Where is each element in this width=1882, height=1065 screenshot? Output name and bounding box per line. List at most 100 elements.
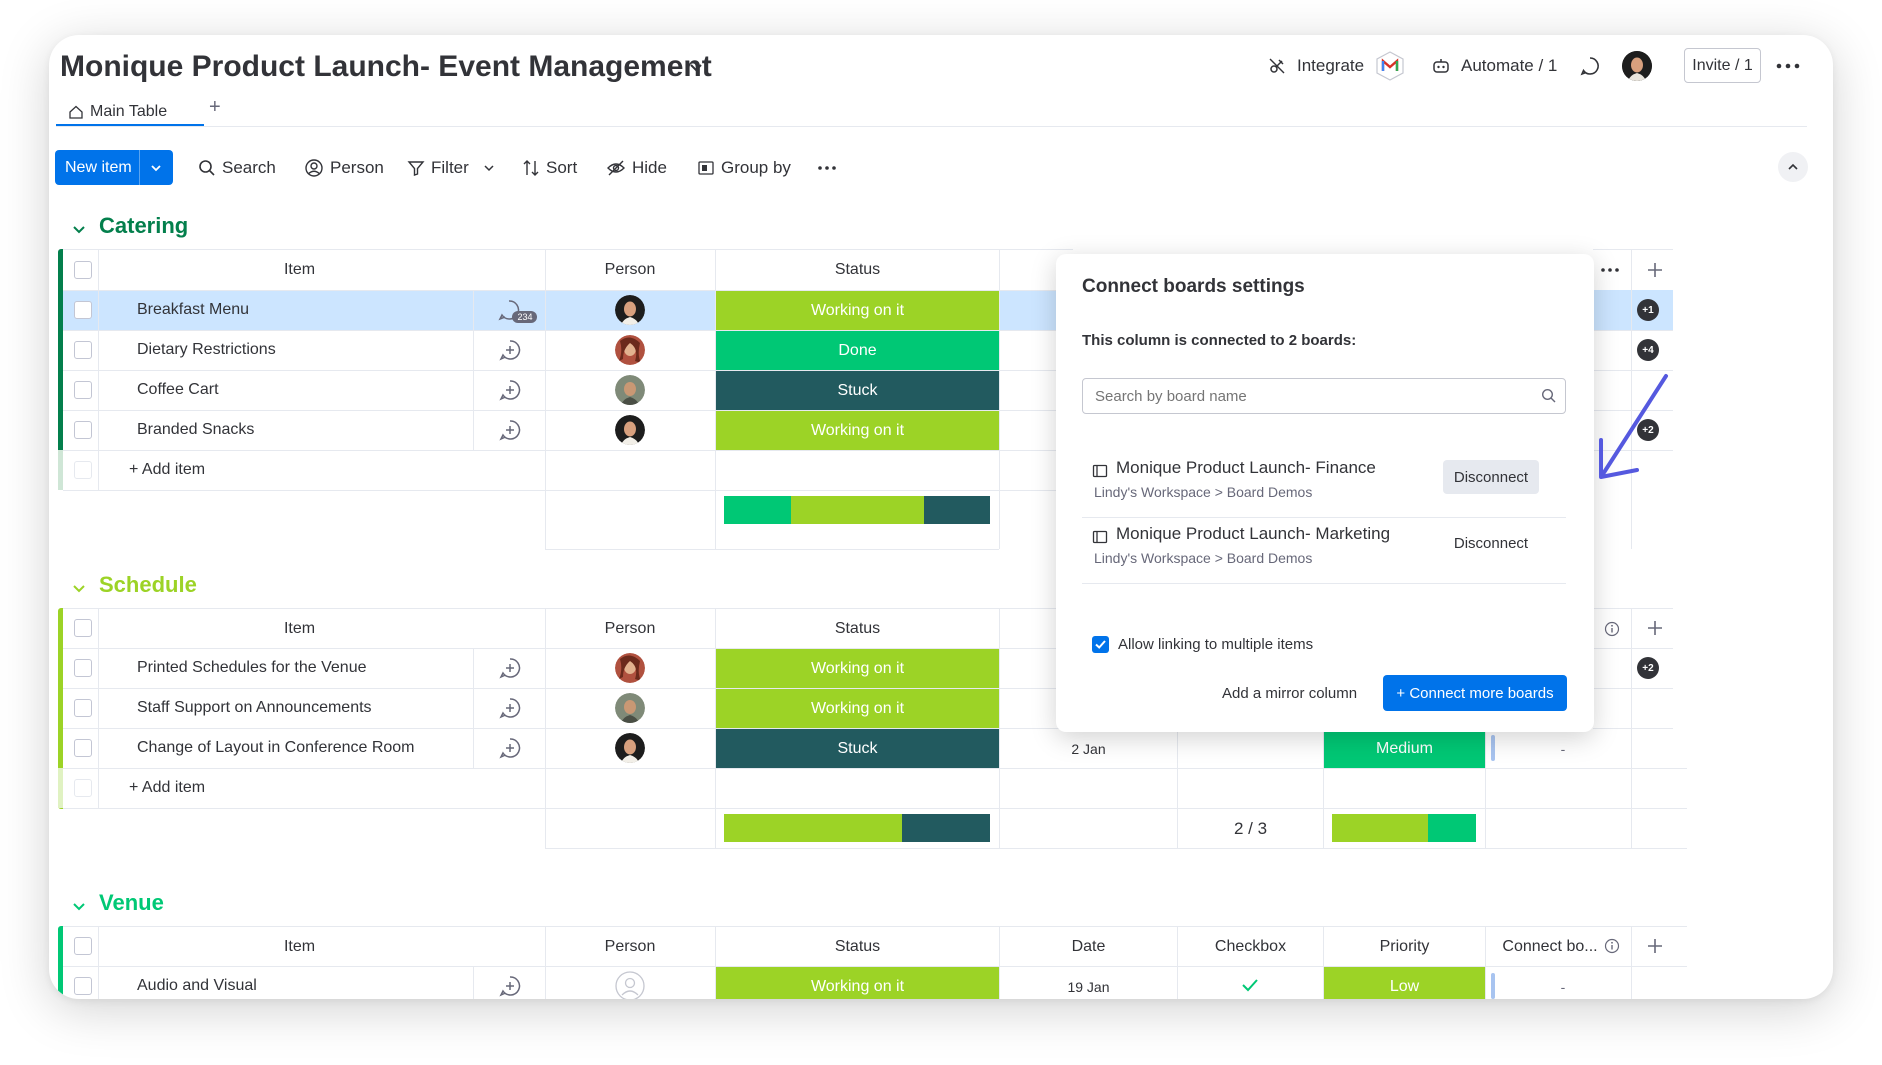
row-checkbox[interactable] bbox=[74, 699, 92, 717]
add-update-icon[interactable] bbox=[499, 737, 521, 759]
column-header-status[interactable]: Status bbox=[716, 609, 999, 648]
row-checkbox[interactable] bbox=[74, 739, 92, 757]
row-checkbox[interactable] bbox=[74, 301, 92, 319]
add-column-icon[interactable] bbox=[1646, 937, 1664, 955]
more-icon[interactable] bbox=[1776, 62, 1800, 70]
column-header-person[interactable]: Person bbox=[546, 250, 714, 289]
integrate-button[interactable]: Integrate bbox=[1267, 49, 1406, 83]
new-item-button[interactable]: New item bbox=[55, 150, 173, 185]
add-column-icon[interactable] bbox=[1646, 261, 1664, 279]
priority-summary-bar[interactable] bbox=[1332, 814, 1476, 842]
select-all-checkbox[interactable] bbox=[74, 937, 92, 955]
date-cell[interactable]: 19 Jan bbox=[1000, 967, 1177, 999]
column-header-date[interactable]: Date bbox=[1000, 927, 1177, 966]
select-all-checkbox[interactable] bbox=[74, 261, 92, 279]
automate-button[interactable]: Automate / 1 bbox=[1431, 49, 1557, 83]
add-view-button[interactable]: + bbox=[209, 96, 221, 119]
group-title-schedule[interactable]: Schedule bbox=[99, 572, 197, 598]
checkmark-icon[interactable] bbox=[1241, 977, 1259, 993]
status-summary-bar[interactable] bbox=[724, 496, 990, 524]
date-cell[interactable]: 2 Jan bbox=[1000, 729, 1177, 768]
column-header-person[interactable]: Person bbox=[546, 609, 714, 648]
connect-cell[interactable]: - bbox=[1495, 729, 1631, 768]
group-title-venue[interactable]: Venue bbox=[99, 890, 164, 916]
column-header-item[interactable]: Item bbox=[103, 250, 496, 289]
add-column-icon[interactable] bbox=[1646, 619, 1664, 637]
group-by-button[interactable]: Group by bbox=[697, 150, 791, 185]
add-update-icon[interactable] bbox=[499, 339, 521, 361]
status-cell[interactable]: Working on it bbox=[716, 411, 999, 450]
invite-button[interactable]: Invite / 1 bbox=[1684, 48, 1761, 83]
column-header-person[interactable]: Person bbox=[546, 927, 714, 966]
item-name[interactable]: Branded Snacks bbox=[137, 410, 254, 450]
person-avatar[interactable] bbox=[615, 375, 645, 405]
more-icon[interactable] bbox=[1601, 267, 1619, 273]
select-all-checkbox[interactable] bbox=[74, 619, 92, 637]
column-header-item[interactable]: Item bbox=[103, 927, 496, 966]
item-name[interactable]: Dietary Restrictions bbox=[137, 330, 276, 370]
chevron-down-icon[interactable] bbox=[71, 222, 87, 238]
updates-counter[interactable]: 234 bbox=[498, 298, 538, 329]
filter-button[interactable]: Filter bbox=[407, 150, 495, 185]
group-title-catering[interactable]: Catering bbox=[99, 213, 188, 239]
row-checkbox[interactable] bbox=[74, 341, 92, 359]
person-avatar[interactable] bbox=[615, 415, 645, 445]
chevron-down-icon[interactable] bbox=[149, 161, 163, 175]
item-name[interactable]: Change of Layout in Conference Room bbox=[137, 728, 415, 768]
add-item-input[interactable]: + Add item bbox=[129, 450, 205, 490]
empty-person-icon[interactable] bbox=[615, 971, 645, 999]
sort-button[interactable]: Sort bbox=[522, 150, 577, 185]
collapse-header-button[interactable] bbox=[1778, 152, 1808, 182]
row-checkbox[interactable] bbox=[74, 381, 92, 399]
item-name[interactable]: Printed Schedules for the Venue bbox=[137, 648, 367, 688]
person-avatar[interactable] bbox=[615, 693, 645, 723]
info-icon[interactable] bbox=[1604, 938, 1620, 954]
disconnect-button[interactable]: Disconnect bbox=[1443, 526, 1539, 560]
column-header-connect[interactable]: Connect bo... bbox=[1495, 927, 1605, 966]
person-avatar[interactable] bbox=[615, 335, 645, 365]
allow-multiple-label[interactable]: Allow linking to multiple items bbox=[1118, 636, 1313, 653]
add-update-icon[interactable] bbox=[499, 379, 521, 401]
status-cell[interactable]: Done bbox=[716, 331, 999, 370]
add-update-icon[interactable] bbox=[499, 657, 521, 679]
more-icon[interactable] bbox=[818, 165, 836, 171]
column-header-item[interactable]: Item bbox=[103, 609, 496, 648]
row-checkbox[interactable] bbox=[74, 421, 92, 439]
connected-items-badge[interactable]: +4 bbox=[1637, 339, 1659, 361]
item-name[interactable]: Coffee Cart bbox=[137, 370, 219, 410]
chevron-down-icon[interactable] bbox=[688, 59, 704, 75]
person-filter-button[interactable]: Person bbox=[304, 150, 384, 185]
add-update-icon[interactable] bbox=[499, 697, 521, 719]
tab-main-table[interactable]: Main Table bbox=[68, 97, 167, 127]
row-checkbox[interactable] bbox=[74, 659, 92, 677]
info-icon[interactable] bbox=[1604, 621, 1620, 637]
person-avatar[interactable] bbox=[615, 733, 645, 763]
connected-items-badge[interactable]: +2 bbox=[1637, 657, 1659, 679]
chevron-down-icon[interactable] bbox=[483, 162, 495, 174]
hide-button[interactable]: Hide bbox=[606, 150, 667, 185]
status-cell[interactable]: Working on it bbox=[716, 291, 999, 330]
user-avatar[interactable] bbox=[1622, 51, 1652, 81]
status-cell[interactable]: Working on it bbox=[716, 689, 999, 728]
item-name[interactable]: Audio and Visual bbox=[137, 966, 257, 999]
add-update-icon[interactable] bbox=[499, 975, 521, 997]
row-checkbox[interactable] bbox=[74, 977, 92, 995]
status-cell[interactable]: Working on it bbox=[716, 967, 999, 999]
add-mirror-column-button[interactable]: Add a mirror column bbox=[1222, 685, 1357, 702]
chevron-down-icon[interactable] bbox=[71, 899, 87, 915]
connected-items-badge[interactable]: +1 bbox=[1637, 299, 1659, 321]
priority-cell[interactable]: Low bbox=[1324, 967, 1485, 999]
status-cell[interactable]: Stuck bbox=[716, 729, 999, 768]
status-summary-bar[interactable] bbox=[724, 814, 990, 842]
chat-icon[interactable] bbox=[1579, 55, 1601, 77]
board-title[interactable]: Monique Product Launch- Event Management bbox=[60, 50, 712, 84]
column-header-priority[interactable]: Priority bbox=[1324, 927, 1485, 966]
allow-multiple-checkbox[interactable] bbox=[1092, 636, 1109, 653]
column-header-checkbox[interactable]: Checkbox bbox=[1178, 927, 1323, 966]
column-header-status[interactable]: Status bbox=[716, 927, 999, 966]
item-name[interactable]: Staff Support on Announcements bbox=[137, 688, 372, 728]
add-update-icon[interactable] bbox=[499, 419, 521, 441]
connect-more-boards-button[interactable]: + Connect more boards bbox=[1383, 675, 1567, 711]
add-item-input[interactable]: + Add item bbox=[129, 768, 205, 808]
search-button[interactable]: Search bbox=[198, 150, 276, 185]
